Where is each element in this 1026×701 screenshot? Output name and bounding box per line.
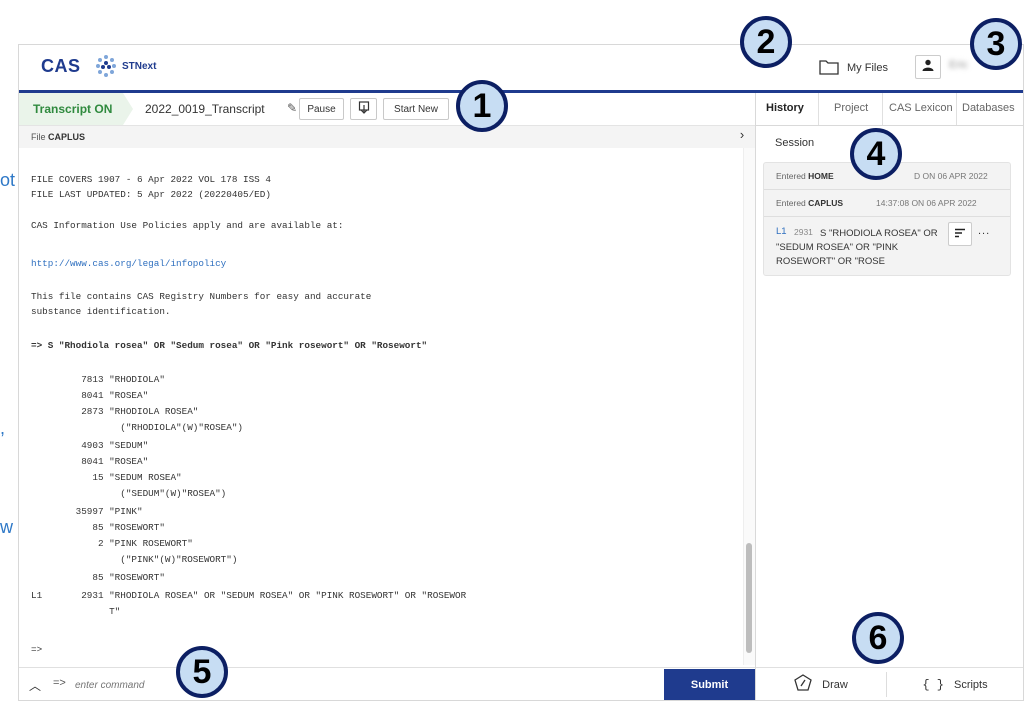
sort-lines-icon [954, 225, 966, 243]
command-prompt: => [53, 677, 66, 689]
edit-pencil-icon[interactable]: ✎ [287, 101, 297, 115]
callout-marker-6: 6 [852, 612, 904, 664]
download-icon [358, 100, 370, 118]
callout-marker-2: 2 [740, 16, 792, 68]
current-file-bar: File CAPLUS [19, 126, 755, 148]
callout-marker-1: 1 [456, 80, 508, 132]
answer-set-line: L1 2931 "RHODIOLA ROSEA" OR "SEDUM ROSEA… [31, 590, 467, 601]
callout-marker-3: 3 [970, 18, 1022, 70]
tab-divider [882, 93, 883, 125]
braces-icon: { } [922, 677, 944, 692]
active-tab-indicator [756, 122, 818, 125]
session-heading: Session [775, 137, 815, 149]
console-line: 8041 "ROSEA" [31, 456, 149, 467]
right-panel-actions: Draw { } Scripts [756, 667, 1023, 700]
tab-cas-lexicon[interactable]: CAS Lexicon [889, 102, 953, 114]
console-line: CAS Information Use Policies apply and a… [31, 220, 344, 231]
console-line: This file contains CAS Registry Numbers … [31, 291, 372, 302]
scrollbar-thumb[interactable] [746, 543, 752, 653]
console-line: 7813 "RHODIOLA" [31, 374, 165, 385]
my-files-label: My Files [847, 62, 888, 74]
console-line: 8041 "ROSEA" [31, 390, 149, 401]
history-list: Entered HOME D ON 06 APR 2022 Entered CA… [763, 162, 1011, 276]
console-line: 2 "PINK ROSEWORT" [31, 538, 193, 549]
edge-text-fragment: , [0, 418, 6, 438]
cas-logo-icon [95, 54, 117, 83]
query-options-button[interactable] [948, 222, 972, 246]
scripts-button[interactable]: { } Scripts [887, 668, 1023, 700]
folder-icon [819, 59, 839, 78]
my-files-button[interactable]: My Files [819, 55, 888, 81]
transcript-status: Transcript ON [19, 93, 133, 125]
user-icon [922, 58, 934, 76]
user-menu-button[interactable] [915, 55, 941, 79]
more-options-icon[interactable]: ... [978, 225, 990, 237]
tab-project[interactable]: Project [834, 102, 868, 114]
scripts-label: Scripts [953, 678, 988, 691]
draw-compass-icon [794, 674, 812, 695]
transcript-name: 2022_0019_Transcript [145, 102, 265, 116]
submit-button[interactable]: Submit [664, 669, 755, 700]
pause-button[interactable]: Pause [299, 98, 344, 120]
edge-text-fragment: w [0, 517, 13, 537]
tab-databases[interactable]: Databases [962, 102, 1015, 114]
history-divider [764, 216, 1010, 217]
tab-history[interactable]: History [766, 102, 804, 114]
transcript-toolbar: Transcript ON 2022_0019_Transcript ✎ Pau… [19, 93, 755, 126]
console-line: 4903 "SEDUM" [31, 440, 149, 451]
console-line: ("RHODIOLA"(W)"ROSEA") [31, 422, 244, 433]
panel-divider[interactable] [755, 93, 756, 700]
right-panel-tabs: History Project CAS Lexicon Databases [756, 93, 1023, 126]
collapse-panel-chevron-icon[interactable]: › [733, 127, 751, 147]
draw-label: Draw [822, 678, 848, 691]
tab-divider [956, 93, 957, 125]
console-line: T" [31, 606, 121, 617]
edge-text-fragment: ot [0, 170, 16, 190]
history-entry[interactable]: Entered HOME [776, 171, 834, 181]
chevron-up-icon[interactable]: ︿ [29, 677, 41, 694]
console-line: 85 "ROSEWORT" [31, 572, 165, 583]
file-value: CAPLUS [48, 132, 86, 142]
policy-link[interactable]: http://www.cas.org/legal/infopolicy [31, 258, 226, 269]
cas-logo-text: CAS [41, 56, 81, 76]
tab-divider [818, 93, 819, 125]
console-line: FILE COVERS 1907 - 6 Apr 2022 VOL 178 IS… [31, 174, 271, 185]
console-line: 2873 "RHODIOLA ROSEA" [31, 406, 199, 417]
command-bar: ︿ => Submit [19, 667, 755, 700]
history-entry[interactable]: Entered CAPLUS [776, 198, 843, 208]
product-name: STNext [122, 61, 157, 72]
download-transcript-button[interactable] [350, 98, 377, 120]
console-line: substance identification. [31, 306, 171, 317]
callout-marker-4: 4 [850, 128, 902, 180]
console-prompt: => [31, 644, 43, 655]
draw-button[interactable]: Draw [756, 668, 886, 700]
start-new-button[interactable]: Start New [383, 98, 449, 120]
history-timestamp: D ON 06 APR 2022 [914, 171, 988, 181]
console-line: 85 "ROSEWORT" [31, 522, 165, 533]
console-line: 35997 "PINK" [31, 506, 143, 517]
history-divider [764, 189, 1010, 190]
history-timestamp: 14:37:08 ON 06 APR 2022 [876, 198, 977, 208]
console-line: FILE LAST UPDATED: 5 Apr 2022 (20220405/… [31, 189, 271, 200]
search-command-line: => S "Rhodiola rosea" OR "Sedum rosea" O… [31, 340, 428, 351]
console-line: ("SEDUM"(W)"ROSEA") [31, 488, 227, 499]
command-input[interactable] [73, 674, 617, 696]
transcript-console: FILE COVERS 1907 - 6 Apr 2022 VOL 178 IS… [19, 148, 741, 665]
console-line: 15 "SEDUM ROSEA" [31, 472, 182, 483]
callout-marker-5: 5 [176, 646, 228, 698]
console-line: ("PINK"(W)"ROSEWORT") [31, 554, 238, 565]
file-label: File CAPLUS [31, 132, 86, 142]
top-bar: CAS STNext My Files Eric [19, 45, 1023, 93]
query-text[interactable]: S "RHODIOLA ROSEA" OR "SEDUM ROSEA" OR "… [776, 227, 954, 269]
